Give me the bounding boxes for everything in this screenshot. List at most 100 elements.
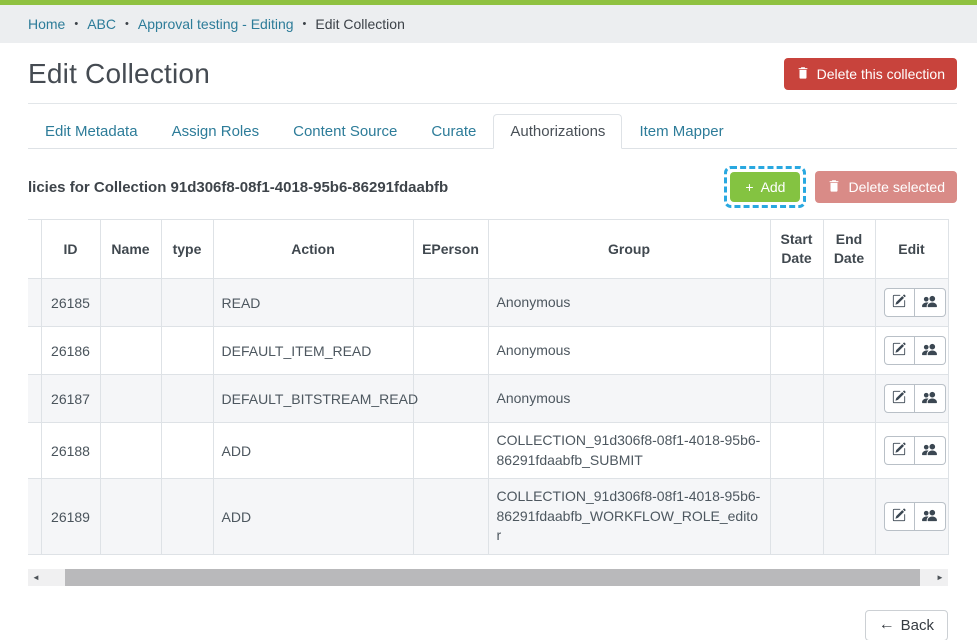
col-action: Action [213, 220, 413, 279]
edit-policy-button[interactable] [884, 288, 915, 317]
people-icon [922, 342, 937, 360]
policy-eperson [413, 327, 488, 375]
policy-group: Anonymous [488, 327, 770, 375]
scrollbar-thumb[interactable] [65, 569, 920, 586]
col-end-date: End Date [823, 220, 875, 279]
pencil-square-icon [892, 342, 906, 359]
table-row: 26185 READ Anonymous [28, 279, 948, 327]
col-type: type [161, 220, 213, 279]
people-icon [922, 442, 937, 460]
breadcrumb-link-home[interactable]: Home [28, 16, 65, 32]
table-row: 26188 ADD COLLECTION_91d306f8-08f1-4018-… [28, 423, 948, 479]
policy-group-button[interactable] [915, 336, 946, 365]
policy-name [100, 479, 161, 555]
breadcrumb-separator: • [74, 18, 78, 30]
policy-start-date [770, 423, 823, 479]
tab-bar: Edit Metadata Assign Roles Content Sourc… [28, 114, 957, 149]
policy-name [100, 327, 161, 375]
col-eperson: EPerson [413, 220, 488, 279]
table-header-row: ID Name type Action EPerson Group Start … [28, 220, 948, 279]
policy-group: COLLECTION_91d306f8-08f1-4018-95b6-86291… [488, 423, 770, 479]
delete-collection-label: Delete this collection [817, 66, 945, 82]
breadcrumb-link-community[interactable]: Approval testing - Editing [138, 16, 294, 32]
policy-type [161, 479, 213, 555]
policy-start-date [770, 279, 823, 327]
tab-curate[interactable]: Curate [414, 114, 493, 149]
people-icon [922, 508, 937, 526]
policy-edit-cell [875, 423, 948, 479]
add-policy-label: Add [761, 179, 786, 195]
tab-edit-metadata[interactable]: Edit Metadata [28, 114, 155, 149]
policy-group-button[interactable] [915, 436, 946, 465]
delete-collection-button[interactable]: Delete this collection [784, 58, 957, 90]
policy-name [100, 279, 161, 327]
policy-action: ADD [213, 423, 413, 479]
policy-id: 26189 [41, 479, 100, 555]
policy-type [161, 327, 213, 375]
col-group: Group [488, 220, 770, 279]
policy-edit-cell [875, 327, 948, 375]
policies-table: ID Name type Action EPerson Group Start … [28, 219, 949, 555]
tab-content-source[interactable]: Content Source [276, 114, 414, 149]
col-name: Name [100, 220, 161, 279]
pencil-square-icon [892, 508, 906, 525]
pencil-square-icon [892, 294, 906, 311]
col-select [28, 220, 41, 279]
edit-policy-button[interactable] [884, 336, 915, 365]
row-select-cell [28, 423, 41, 479]
pencil-square-icon [892, 390, 906, 407]
policy-type [161, 279, 213, 327]
horizontal-scrollbar[interactable]: ◄ ► [28, 569, 948, 586]
policy-group: COLLECTION_91d306f8-08f1-4018-95b6-86291… [488, 479, 770, 555]
breadcrumb-separator: • [125, 18, 129, 30]
delete-selected-label: Delete selected [848, 179, 945, 195]
policy-start-date [770, 327, 823, 375]
policy-type [161, 423, 213, 479]
row-select-cell [28, 327, 41, 375]
policy-action: ADD [213, 479, 413, 555]
breadcrumb-current: Edit Collection [315, 16, 405, 32]
tab-item-mapper[interactable]: Item Mapper [622, 114, 740, 149]
policy-name [100, 423, 161, 479]
trash-icon [796, 65, 810, 83]
policy-group-button[interactable] [915, 384, 946, 413]
policy-end-date [823, 327, 875, 375]
policy-group: Anonymous [488, 375, 770, 423]
back-button[interactable]: ← Back [865, 610, 948, 640]
breadcrumb-link-abc[interactable]: ABC [87, 16, 116, 32]
policy-id: 26185 [41, 279, 100, 327]
tab-assign-roles[interactable]: Assign Roles [155, 114, 277, 149]
policy-end-date [823, 279, 875, 327]
col-start-date: Start Date [770, 220, 823, 279]
policy-start-date [770, 479, 823, 555]
policy-type [161, 375, 213, 423]
trash-icon [827, 178, 841, 196]
back-arrow-icon: ← [879, 617, 895, 633]
policy-end-date [823, 423, 875, 479]
policy-end-date [823, 479, 875, 555]
edit-policy-button[interactable] [884, 436, 915, 465]
policy-group-button[interactable] [915, 288, 946, 317]
add-button-focus-ring: + Add [724, 166, 806, 208]
policy-name [100, 375, 161, 423]
policy-end-date [823, 375, 875, 423]
policies-heading: licies for Collection 91d306f8-08f1-4018… [28, 179, 448, 196]
edit-policy-button[interactable] [884, 502, 915, 531]
tab-authorizations[interactable]: Authorizations [493, 114, 622, 149]
delete-selected-button[interactable]: Delete selected [815, 171, 957, 203]
policy-action: DEFAULT_BITSTREAM_READ [213, 375, 413, 423]
scroll-right-arrow-icon[interactable]: ► [932, 569, 948, 586]
policy-group-button[interactable] [915, 502, 946, 531]
col-id: ID [41, 220, 100, 279]
policy-eperson [413, 479, 488, 555]
scroll-left-arrow-icon[interactable]: ◄ [28, 569, 44, 586]
people-icon [922, 390, 937, 408]
row-select-cell [28, 279, 41, 327]
title-divider [28, 103, 957, 104]
edit-policy-button[interactable] [884, 384, 915, 413]
policy-id: 26188 [41, 423, 100, 479]
policy-edit-cell [875, 479, 948, 555]
add-policy-button[interactable]: + Add [730, 172, 800, 202]
table-row: 26189 ADD COLLECTION_91d306f8-08f1-4018-… [28, 479, 948, 555]
row-select-cell [28, 375, 41, 423]
